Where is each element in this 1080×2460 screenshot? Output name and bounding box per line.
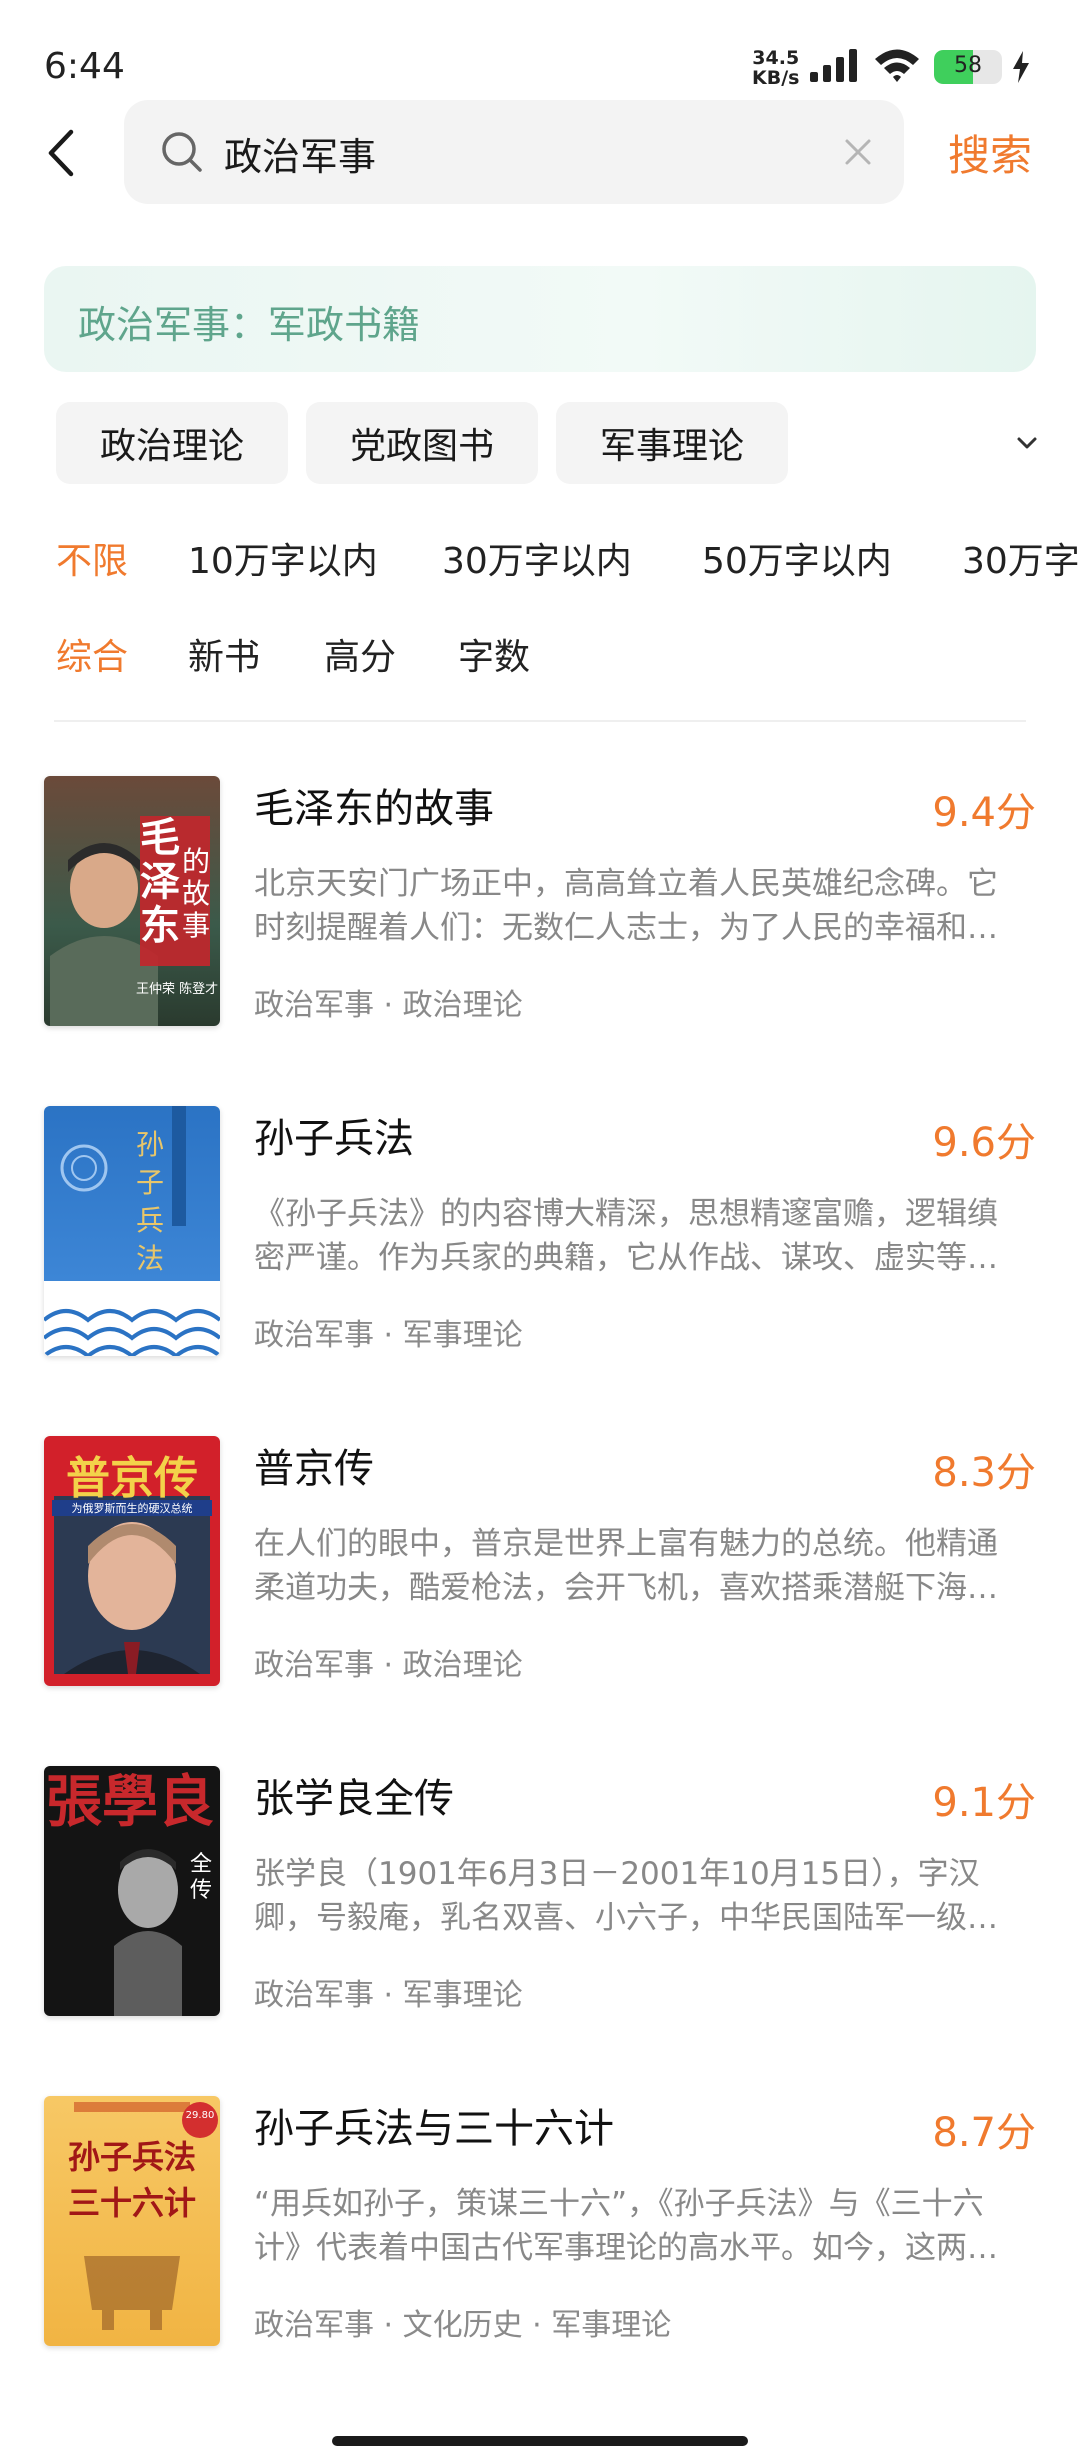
book-title: 毛泽东的故事 — [254, 786, 494, 832]
battery-level: 58 — [954, 53, 982, 78]
sort-high-score[interactable]: 高分 — [324, 628, 396, 680]
battery-icon: 58 — [934, 50, 1002, 84]
book-title: 普京传 — [254, 1446, 374, 1492]
home-indicator[interactable] — [332, 2436, 748, 2446]
network-speed-unit: KB/s — [752, 67, 800, 89]
book-score: 8.3分 — [932, 1450, 1036, 1496]
wave-pattern-illustration — [44, 1106, 220, 1356]
book-title: 张学良全传 — [254, 1776, 454, 1822]
cover-title-a: 孙子兵法 — [67, 2138, 196, 2176]
category-banner-text: 政治军事：军政书籍 — [78, 303, 421, 347]
book-item[interactable]: 張學良 全传 张学良全传 9.1分 张学良（1901年6月3日－2001年10月… — [0, 1766, 1080, 2016]
book-cover: 孙子兵法 三十六计 29.80 — [44, 2096, 220, 2346]
sort-comprehensive[interactable]: 综合 — [56, 628, 128, 680]
book-title: 孙子兵法 — [254, 1116, 414, 1162]
book-description: 张学良（1901年6月3日－2001年10月15日），字汉卿，号毅庵，乳名双喜、… — [254, 1856, 998, 1936]
network-speed: 34.5 KB/s — [752, 48, 799, 88]
book-item[interactable]: 普京传 为俄罗斯而生的硬汉总统 普京传 8.3分 在人们的眼中，普京是世界上富有… — [0, 1436, 1080, 1686]
clear-icon[interactable] — [840, 134, 876, 170]
cover-title: 張學良 — [46, 1769, 214, 1835]
book-score: 9.1分 — [932, 1780, 1036, 1826]
cover-title: 孙子兵法 — [136, 1128, 165, 1275]
chip-military-theory[interactable]: 军事理论 — [556, 402, 788, 484]
filter-word-300k-plus[interactable]: 30万字 — [962, 532, 1080, 584]
chip-party-books[interactable]: 党政图书 — [306, 402, 538, 484]
filter-word-300k[interactable]: 30万字以内 — [442, 532, 632, 584]
cover-author: 王仲荣 陈登才 著 — [136, 982, 220, 997]
search-input[interactable]: 政治军事 — [124, 100, 904, 204]
chip-political-theory[interactable]: 政治理论 — [56, 402, 288, 484]
wifi-icon — [875, 49, 919, 82]
chevron-down-icon[interactable] — [1010, 426, 1044, 460]
filter-word-100k[interactable]: 10万字以内 — [188, 532, 378, 584]
search-query: 政治军事 — [224, 135, 377, 179]
book-tags: 政治军事 · 军事理论 — [254, 1978, 523, 2013]
sort-new[interactable]: 新书 — [188, 628, 260, 680]
book-title: 孙子兵法与三十六计 — [254, 2106, 614, 2152]
cover-title: 普京传 — [66, 1453, 198, 1504]
network-speed-value: 34.5 — [752, 47, 800, 69]
charging-bolt-icon — [1013, 51, 1029, 83]
page: 6:44 34.5 KB/s 58 政治军事 搜索 政治军事：军政书籍 政治理论… — [0, 0, 1080, 2460]
cover-subtitle: 全传 — [190, 1852, 213, 1903]
filter-word-unlimited[interactable]: 不限 — [56, 532, 128, 584]
chevron-left-icon — [48, 129, 74, 177]
book-cover: 毛泽东 的故事 王仲荣 陈登才 著 — [44, 776, 220, 1026]
book-score: 8.7分 — [932, 2110, 1036, 2156]
book-tags: 政治军事 · 文化历史 · 军事理论 — [254, 2308, 672, 2343]
cover-title-a: 毛泽东 — [140, 814, 180, 949]
book-item[interactable]: 孙子兵法 三十六计 29.80 孙子兵法与三十六计 8.7分 “用兵如孙子，策谋… — [0, 2096, 1080, 2346]
search-icon — [162, 132, 202, 172]
book-item[interactable]: 孙子兵法 孙子兵法 9.6分 《孙子兵法》的内容博大精深，思想精邃富赡，逻辑缜密… — [0, 1106, 1080, 1356]
cover-subtitle: 为俄罗斯而生的硬汉总统 — [52, 1500, 212, 1516]
book-cover: 張學良 全传 — [44, 1766, 220, 2016]
cellular-signal-icon — [810, 49, 857, 82]
book-description: 《孙子兵法》的内容博大精深，思想精邃富赡，逻辑缜密严谨。作为兵家的典籍，它从作战… — [254, 1196, 998, 1276]
cover-title-b: 的故事 — [182, 845, 211, 942]
book-score: 9.6分 — [932, 1120, 1036, 1166]
book-score: 9.4分 — [932, 790, 1036, 836]
status-time: 6:44 — [44, 46, 125, 87]
cover-price-badge: 29.80 — [185, 2110, 215, 2121]
book-description: “用兵如孙子，策谋三十六”，《孙子兵法》与《三十六计》代表着中国古代军事理论的高… — [254, 2186, 998, 2266]
back-button[interactable] — [36, 118, 84, 188]
book-tags: 政治军事 · 政治理论 — [254, 1648, 523, 1683]
sort-word-count[interactable]: 字数 — [458, 628, 530, 680]
book-cover: 孙子兵法 — [44, 1106, 220, 1356]
category-banner: 政治军事：军政书籍 — [44, 266, 1036, 372]
book-description: 在人们的眼中，普京是世界上富有魅力的总统。他精通柔道功夫，酷爱枪法，会开飞机，喜… — [254, 1526, 998, 1606]
book-tags: 政治军事 · 军事理论 — [254, 1318, 523, 1353]
divider — [54, 720, 1026, 722]
book-tags: 政治军事 · 政治理论 — [254, 988, 523, 1023]
book-cover: 普京传 为俄罗斯而生的硬汉总统 — [44, 1436, 220, 1686]
book-item[interactable]: 毛泽东 的故事 王仲荣 陈登才 著 毛泽东的故事 9.4分 北京天安门广场正中，… — [0, 776, 1080, 1026]
search-button[interactable]: 搜索 — [948, 122, 1032, 183]
filter-word-500k[interactable]: 50万字以内 — [702, 532, 892, 584]
book-description: 北京天安门广场正中，高高耸立着人民英雄纪念碑。它时刻提醒着人们：无数仁人志士，为… — [254, 866, 998, 946]
cover-title-b: 三十六计 — [67, 2184, 196, 2222]
